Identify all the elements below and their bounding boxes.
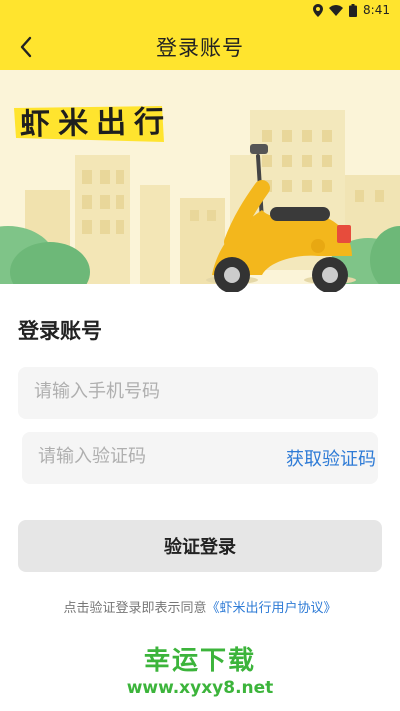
battery-icon bbox=[349, 3, 358, 17]
hero-banner: 虾米出行 bbox=[0, 70, 400, 292]
agreement-text: 点击验证登录即表示同意《虾米出行用户协议》 bbox=[0, 597, 400, 616]
agreement-prefix: 点击验证登录即表示同意 bbox=[63, 601, 207, 616]
section-title: 登录账号 bbox=[18, 319, 102, 343]
title-bar: 登录账号 bbox=[0, 24, 400, 70]
watermark-site-name: 幸运下载 bbox=[143, 646, 256, 676]
status-bar: 8:41 bbox=[0, 0, 400, 24]
status-icons: 8:41 bbox=[313, 3, 390, 17]
login-button[interactable]: 验证登录 bbox=[18, 520, 382, 572]
phone-input-box bbox=[18, 367, 378, 419]
page-title: 登录账号 bbox=[156, 36, 244, 60]
get-code-button[interactable]: 获取验证码 bbox=[286, 445, 376, 471]
watermark-site-url: www.xyxy8.net bbox=[126, 678, 274, 698]
status-time: 8:41 bbox=[363, 3, 390, 17]
agreement-link[interactable]: 《虾米出行用户协议》 bbox=[207, 601, 337, 616]
code-input-box: 获取验证码 bbox=[22, 432, 378, 484]
brand-name: 虾米出行 bbox=[19, 104, 173, 143]
location-icon bbox=[313, 3, 324, 17]
watermark: 幸运下载 www.xyxy8.net bbox=[0, 645, 400, 699]
verification-code-input[interactable] bbox=[36, 445, 240, 468]
wifi-icon bbox=[329, 4, 344, 16]
phone-input[interactable] bbox=[32, 380, 366, 403]
